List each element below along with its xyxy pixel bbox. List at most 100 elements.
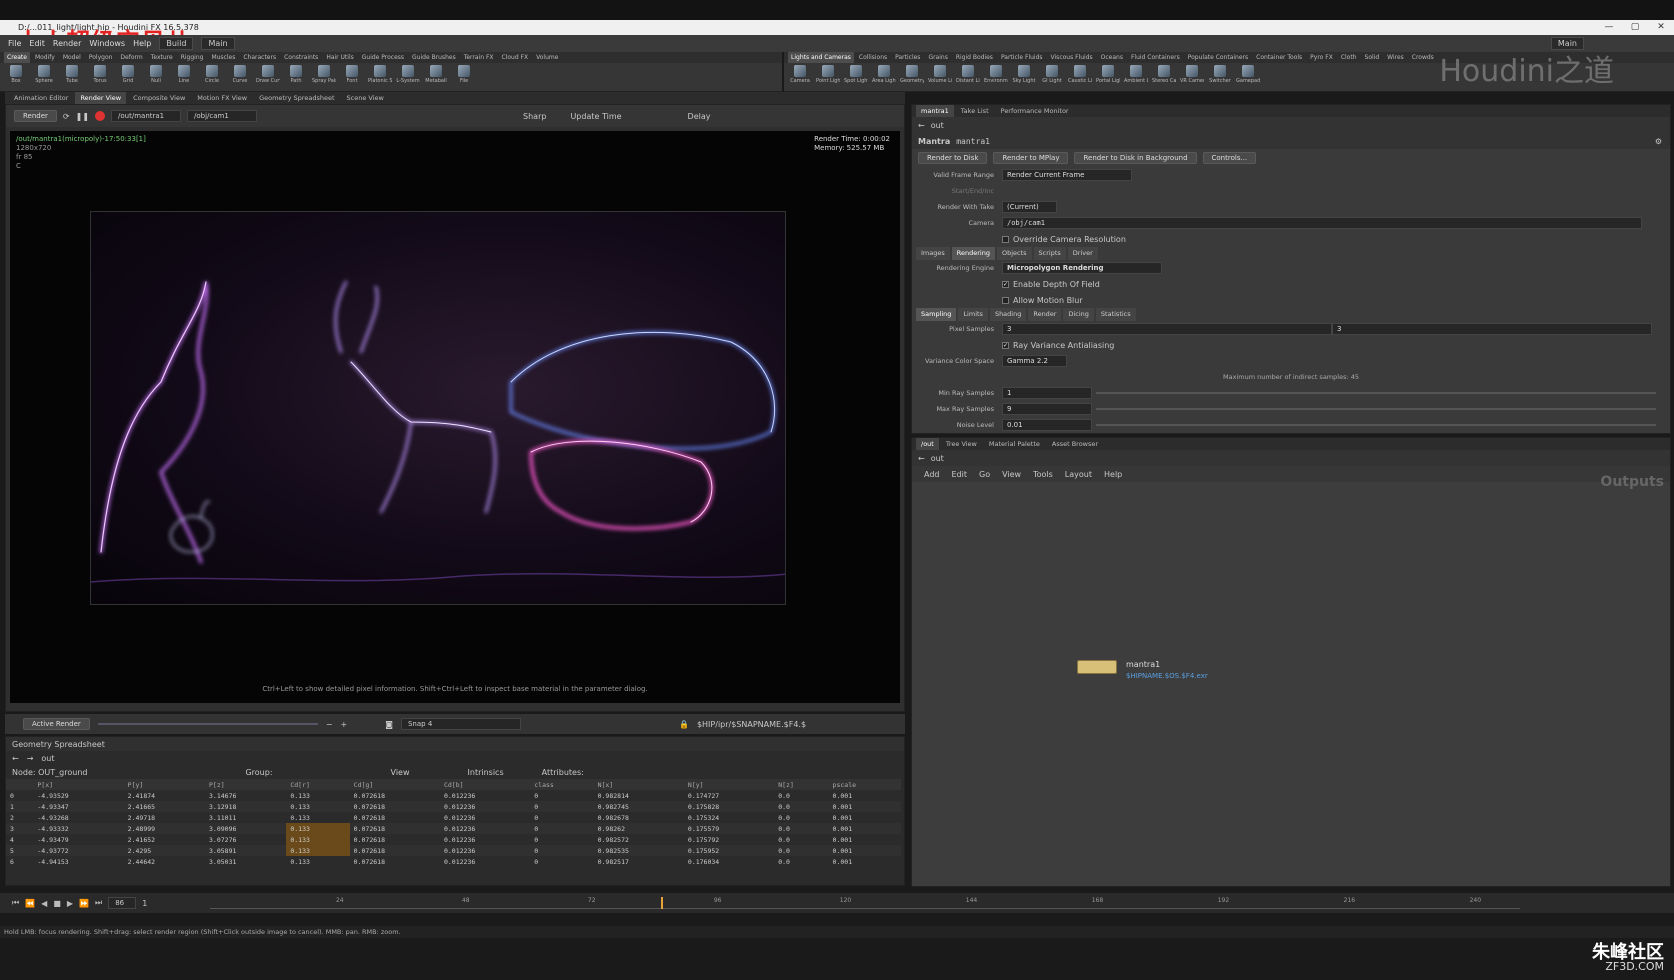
tool-path[interactable]: Path: [284, 65, 308, 84]
maximize-button[interactable]: ▢: [1622, 20, 1648, 35]
pixel-samples-y[interactable]: 3: [1332, 323, 1652, 335]
tab-composite-view[interactable]: Composite View: [128, 92, 190, 104]
tool-font[interactable]: Font: [340, 65, 364, 84]
noise-field[interactable]: 0.01: [1002, 419, 1092, 431]
table-row[interactable]: 3 -4.93332 2.48999 3.09096 0.133 0.072618 0.01…: [6, 823, 901, 834]
table-row[interactable]: 1 -4.93347 2.41665 3.12918 0.133 0.072618 0.01…: [6, 801, 901, 812]
jump-start-icon[interactable]: ⏮: [12, 898, 19, 908]
shelf-tab-polygon[interactable]: Polygon: [86, 52, 116, 63]
step-back-icon[interactable]: ⏪: [25, 899, 35, 908]
sharp-label[interactable]: Sharp: [523, 112, 546, 121]
tool-switcher[interactable]: Switcher: [1208, 65, 1232, 84]
tool-volume-light[interactable]: Volume Light: [928, 65, 952, 84]
tool-environment-light[interactable]: Environment Light: [984, 65, 1008, 84]
render-button[interactable]: Render: [14, 110, 57, 122]
table-row[interactable]: 2 -4.93268 2.49718 3.11011 0.133 0.072618 0.01…: [6, 812, 901, 823]
ray-variance-checkbox[interactable]: ✓: [1002, 341, 1009, 349]
tool-spray-paint[interactable]: Spray Paint: [312, 65, 336, 84]
tool-geometry-light[interactable]: Geometry Light: [900, 65, 924, 84]
param-back-icon[interactable]: ←: [918, 121, 925, 130]
tab-performance-monitor[interactable]: Performance Monitor: [996, 105, 1074, 117]
valid-frame-range-select[interactable]: Render Current Frame: [1002, 169, 1132, 181]
column-header[interactable]: [6, 779, 34, 790]
tool-metaball[interactable]: Metaball: [424, 65, 448, 84]
tool-platonic-solids[interactable]: Platonic Solids: [368, 65, 392, 84]
variance-color-select[interactable]: Gamma 2.2: [1002, 355, 1067, 367]
column-header[interactable]: P[z]: [205, 779, 287, 790]
column-header[interactable]: Cd[b]: [439, 779, 531, 790]
tool-curve[interactable]: Curve: [228, 65, 252, 84]
tool-sphere[interactable]: Sphere: [32, 65, 56, 84]
camera-path-field[interactable]: /obj/cam1: [187, 110, 258, 122]
noise-slider[interactable]: [1096, 424, 1656, 426]
tool-line[interactable]: Line: [172, 65, 196, 84]
active-render-button[interactable]: Active Render: [23, 718, 90, 730]
gear-icon[interactable]: ⚙: [1655, 137, 1662, 146]
shelf-tab-cloth[interactable]: Cloth: [1338, 52, 1360, 63]
back-icon[interactable]: ←: [12, 754, 19, 763]
stop-icon-playbar[interactable]: ■: [53, 899, 61, 908]
table-row[interactable]: 6 -4.94153 2.44642 3.05031 0.133 0.072618 0.01…: [6, 856, 901, 867]
shelf-tab-particles[interactable]: Particles: [892, 52, 923, 63]
tool-l-system[interactable]: L-System: [396, 65, 420, 84]
camera-field[interactable]: /obj/cam1: [1002, 217, 1642, 229]
minus-icon[interactable]: −: [326, 720, 333, 729]
tab-take-list[interactable]: Take List: [956, 105, 994, 117]
menu-file[interactable]: File: [8, 39, 21, 48]
shelf-tab-pyro-fx[interactable]: Pyro FX: [1307, 52, 1336, 63]
network-menu-edit[interactable]: Edit: [952, 470, 968, 479]
network-tab-material-palette[interactable]: Material Palette: [984, 438, 1045, 450]
column-header[interactable]: Cd[r]: [286, 779, 350, 790]
network-menu-layout[interactable]: Layout: [1065, 470, 1092, 479]
network-menu-add[interactable]: Add: [924, 470, 940, 479]
max-ray-field[interactable]: 9: [1002, 403, 1092, 415]
node-name[interactable]: mantra1: [956, 137, 990, 146]
shelf-tab-texture[interactable]: Texture: [148, 52, 176, 63]
tab-scene-view[interactable]: Scene View: [342, 92, 389, 104]
current-frame-marker[interactable]: [660, 897, 663, 909]
forward-icon[interactable]: →: [27, 754, 34, 763]
shelf-tab-volume[interactable]: Volume: [533, 52, 561, 63]
tool-vr-camera[interactable]: VR Camera: [1180, 65, 1204, 84]
param-subtab-sampling[interactable]: Sampling: [916, 308, 957, 321]
column-header[interactable]: class: [530, 779, 594, 790]
stop-icon[interactable]: [95, 111, 106, 121]
shelf-tab-oceans[interactable]: Oceans: [1098, 52, 1126, 63]
camera-icon[interactable]: ◙: [385, 720, 393, 729]
column-header[interactable]: P[y]: [123, 779, 205, 790]
shelf-tab-collisions[interactable]: Collisions: [856, 52, 890, 63]
tool-area-light[interactable]: Area Light: [872, 65, 896, 84]
mantra-node[interactable]: [1077, 660, 1117, 674]
override-res-checkbox[interactable]: [1002, 235, 1009, 243]
shelf-tab-characters[interactable]: Characters: [240, 52, 279, 63]
motion-blur-checkbox[interactable]: [1002, 296, 1009, 304]
shelf-tab-hair-utils[interactable]: Hair Utils: [323, 52, 356, 63]
shelf-tab-wires[interactable]: Wires: [1384, 52, 1407, 63]
tool-null[interactable]: Null: [144, 65, 168, 84]
param-tab-driver[interactable]: Driver: [1067, 247, 1098, 260]
param-tab-objects[interactable]: Objects: [996, 247, 1032, 260]
tool-sky-light[interactable]: Sky Light: [1012, 65, 1036, 84]
param-subtab-statistics[interactable]: Statistics: [1095, 308, 1136, 321]
shelf-tab-constraints[interactable]: Constraints: [281, 52, 321, 63]
param-tab-images[interactable]: Images: [916, 247, 950, 260]
shelf-tab-fluid-containers[interactable]: Fluid Containers: [1128, 52, 1183, 63]
menu-edit[interactable]: Edit: [29, 39, 45, 48]
shelf-tab-viscous-fluids[interactable]: Viscous Fluids: [1048, 52, 1096, 63]
min-ray-slider[interactable]: [1096, 392, 1656, 394]
intrinsics-label[interactable]: Intrinsics: [468, 768, 504, 777]
tool-spot-light[interactable]: Spot Light: [844, 65, 868, 84]
param-tab-rendering[interactable]: Rendering: [951, 247, 995, 260]
tool-stereo-camera[interactable]: Stereo Camera: [1152, 65, 1176, 84]
snap-output-path[interactable]: $HIP/ipr/$SNAPNAME.$F4.$: [697, 720, 806, 729]
shelf-tab-rigging[interactable]: Rigging: [178, 52, 207, 63]
shelf-tab-container-tools[interactable]: Container Tools: [1253, 52, 1305, 63]
plus-icon[interactable]: +: [341, 720, 348, 729]
render-background-button[interactable]: Render to Disk in Background: [1074, 152, 1197, 164]
shelf-tab-create[interactable]: Create: [4, 52, 30, 63]
network-tab-out[interactable]: /out: [916, 438, 939, 450]
column-header[interactable]: Cd[g]: [349, 779, 440, 790]
param-subtab-shading[interactable]: Shading: [989, 308, 1027, 321]
render-to-mplay-button[interactable]: Render to MPlay: [993, 152, 1069, 164]
shelf-tab-solid[interactable]: Solid: [1362, 52, 1383, 63]
